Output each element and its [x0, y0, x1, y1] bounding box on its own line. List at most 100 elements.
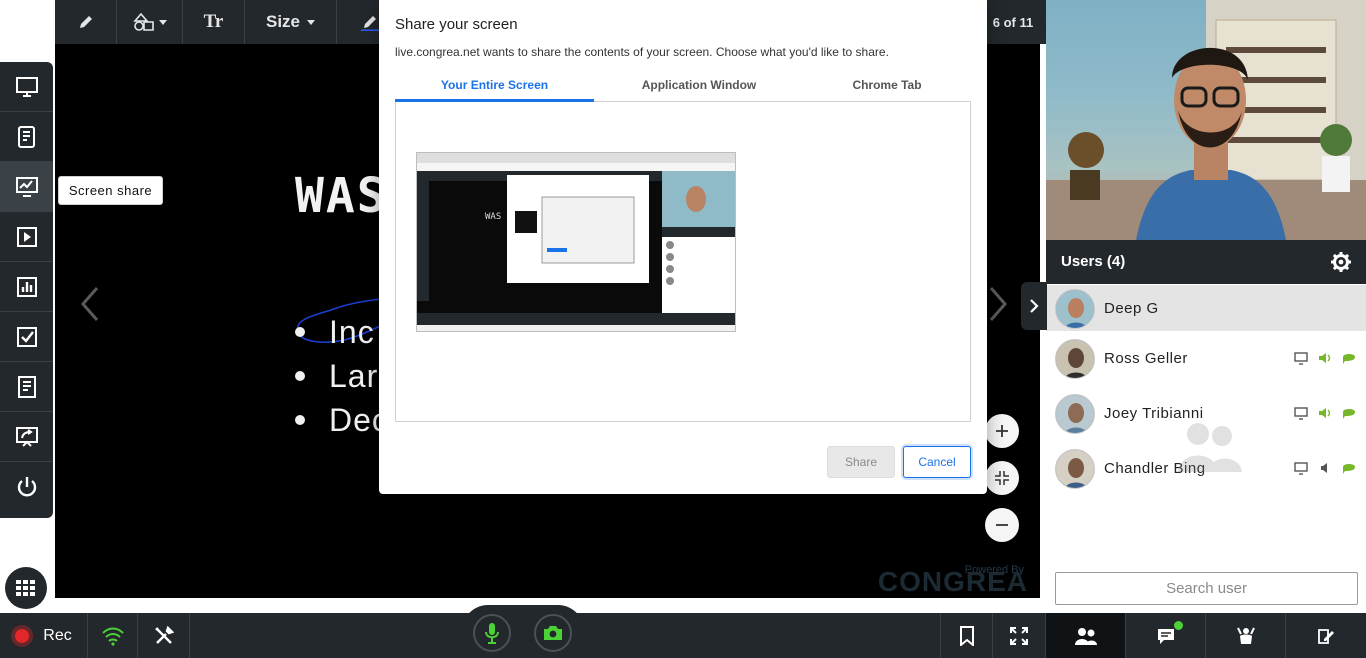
avatar-image	[1056, 340, 1094, 378]
grid-icon	[16, 580, 35, 596]
user-status-icons	[1294, 406, 1356, 420]
fullscreen-button[interactable]	[993, 613, 1046, 658]
shapes-tool-button[interactable]	[117, 0, 183, 44]
bookmark-button[interactable]	[940, 613, 993, 658]
speaker-icon[interactable]	[1318, 406, 1332, 420]
plus-icon	[996, 425, 1008, 437]
tab-chrome-tab[interactable]: Chrome Tab	[795, 78, 979, 92]
record-icon	[15, 628, 30, 643]
tab-notes[interactable]	[1286, 613, 1366, 658]
user-row[interactable]: Ross Geller	[1046, 335, 1366, 381]
slide-bullet: Dec	[295, 398, 389, 442]
users-icon	[1074, 627, 1097, 645]
monitor-icon	[15, 76, 38, 97]
collapse-panel-button[interactable]	[1021, 282, 1047, 330]
search-user-input[interactable]	[1055, 572, 1358, 605]
sidebar-item-quiz[interactable]	[0, 312, 53, 362]
bookmark-icon	[959, 625, 974, 646]
users-group-icon	[1178, 423, 1242, 472]
color-pen-icon	[361, 16, 379, 31]
presentation-share-icon	[15, 426, 38, 447]
avatar-image	[1056, 395, 1094, 433]
screen-share-icon[interactable]	[1294, 406, 1308, 420]
sidebar-item-notes[interactable]	[0, 362, 53, 412]
avatar	[1055, 449, 1095, 489]
record-label: Rec	[43, 626, 72, 644]
microphone-button[interactable]	[473, 614, 511, 652]
avatar-image	[1056, 290, 1094, 328]
sidebar-item-poll[interactable]	[0, 262, 53, 312]
congrea-logo: CONGREA	[877, 566, 1028, 597]
tab-entire-screen[interactable]: Your Entire Screen	[395, 78, 594, 92]
gear-icon[interactable]	[1330, 251, 1352, 273]
screen-share-icon[interactable]	[1294, 461, 1308, 475]
speaker-muted-icon[interactable]	[1318, 461, 1332, 475]
camera-button[interactable]	[534, 614, 572, 652]
screen-thumbnail-image: WAS	[417, 153, 735, 331]
user-status-icons	[1294, 351, 1356, 365]
fullscreen-icon	[1010, 626, 1028, 645]
camera-icon	[544, 626, 562, 640]
tab-users[interactable]	[1046, 613, 1126, 658]
dialog-title: Share your screen	[395, 16, 518, 33]
speaker-icon[interactable]	[1318, 351, 1332, 365]
sidebar-item-video-share[interactable]	[0, 212, 53, 262]
entire-screen-thumbnail[interactable]: WAS	[416, 152, 736, 332]
settings-tools-button[interactable]	[138, 613, 190, 658]
user-row-self[interactable]: Deep G	[1046, 285, 1366, 331]
zoom-in-button[interactable]	[985, 414, 1019, 448]
sidebar-item-whiteboard[interactable]	[0, 62, 53, 112]
chat-icon[interactable]	[1342, 351, 1356, 365]
right-panel-tabs	[1046, 613, 1366, 658]
zoom-out-button[interactable]	[985, 508, 1019, 542]
compress-icon	[995, 471, 1009, 485]
share-button[interactable]: Share	[827, 446, 895, 478]
prev-slide-icon[interactable]	[79, 284, 101, 324]
fit-screen-button[interactable]	[985, 461, 1019, 495]
page-counter: 6 of 11	[980, 0, 1046, 44]
avatar	[1055, 394, 1095, 434]
chevron-down-icon	[158, 19, 167, 25]
record-button[interactable]: Rec	[0, 613, 88, 658]
users-count-title: Users (4)	[1061, 253, 1126, 270]
chat-icon[interactable]	[1342, 461, 1356, 475]
poll-icon	[16, 276, 37, 297]
pencil-icon	[79, 16, 92, 28]
chat-icon[interactable]	[1342, 406, 1356, 420]
video-play-icon	[16, 226, 37, 247]
tab-application-window[interactable]: Application Window	[601, 78, 797, 92]
tab-raise-hand[interactable]	[1206, 613, 1286, 658]
screen-share-icon[interactable]	[1294, 351, 1308, 365]
screen-share-icon	[15, 176, 38, 197]
slide-bullet: Inc	[295, 310, 389, 354]
users-panel-header: Users (4)	[1046, 240, 1366, 284]
document-share-icon	[17, 125, 35, 148]
screen-options-pane: WAS	[395, 102, 971, 422]
sidebar-item-exit[interactable]	[0, 462, 53, 512]
text-tool-button[interactable]: Tr	[183, 0, 245, 44]
microphone-icon	[485, 623, 499, 644]
wifi-icon	[101, 627, 124, 646]
tab-chat[interactable]	[1126, 613, 1206, 658]
sidebar-item-screen-share[interactable]	[0, 162, 53, 212]
app-root: WAS Inc Lar Dec Powered By CONGREA Tr Si…	[0, 0, 1366, 658]
avatar	[1055, 289, 1095, 329]
self-video-feed	[1046, 0, 1366, 240]
next-slide-icon[interactable]	[987, 284, 1009, 324]
quiz-icon	[16, 326, 37, 347]
shapes-icon	[132, 13, 154, 31]
slide-bullet: Lar	[295, 354, 389, 398]
size-dropdown[interactable]: Size	[245, 0, 337, 44]
chevron-down-icon	[307, 19, 316, 25]
apps-menu-button[interactable]	[5, 567, 47, 609]
minus-icon	[996, 524, 1008, 526]
sidebar-item-presentation-share[interactable]	[0, 412, 53, 462]
user-name: Deep G	[1104, 300, 1159, 317]
chat-notification-dot	[1174, 621, 1183, 630]
chat-icon	[1157, 628, 1174, 644]
pencil-tool-button[interactable]	[55, 0, 117, 44]
network-status[interactable]	[88, 613, 138, 658]
sidebar-item-document-share[interactable]	[0, 112, 53, 162]
cancel-button[interactable]: Cancel	[903, 446, 971, 478]
avatar-image	[1056, 450, 1094, 488]
